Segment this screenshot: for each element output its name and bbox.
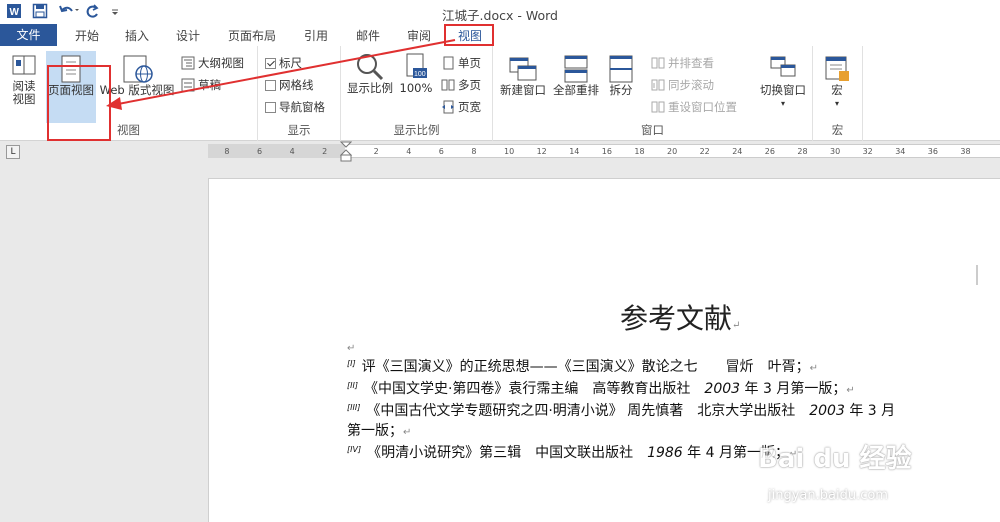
reference-item: [III] 《中国古代文学专题研究之四·明清小说》 周先慎著 北京大学出版社 20… [347, 400, 895, 420]
document-title: 参考文献↵ [620, 297, 740, 337]
ruler-tick-label: 18 [634, 147, 645, 156]
ruler-tick-label: 6 [256, 147, 263, 156]
ruler-tick-label: 6 [438, 147, 444, 156]
ruler-tick-label: 4 [289, 147, 295, 156]
reference-text: 《明清小说研究》第三辑 中国文联出版社 [367, 445, 648, 461]
ruler-tick-label: 32 [862, 147, 873, 156]
ruler-tick-label: 24 [732, 147, 743, 156]
ruler-tick-label: 22 [699, 147, 710, 156]
paragraph-mark: ↵ [347, 343, 356, 354]
reference-text-rest: 年 3 月第一版； [740, 381, 847, 397]
reference-item: [II] 《中国文学史·第四卷》袁行霈主编 高等教育出版社 2003 年 3 月第… [347, 381, 855, 397]
reference-text: 《中国古代文学专题研究之四·明清小说》 周先慎著 北京大学出版社 [366, 403, 810, 419]
ruler-tick-label: 34 [895, 147, 906, 156]
ruler-tick-label: 26 [764, 147, 775, 156]
ruler-tick-label: 8 [224, 147, 230, 156]
reference-item: [IV] 《明清小说研究》第三辑 中国文联出版社 1986 年 4 月第一版；↵ [347, 445, 798, 461]
document-title-text: 参考文献 [620, 302, 733, 335]
reference-number: [I] [347, 359, 356, 368]
ruler-tick-label: 10 [504, 147, 515, 156]
crop-mark-left [322, 265, 342, 285]
reference-year: 1986 [647, 445, 683, 461]
reference-number: [IV] [347, 445, 362, 454]
ruler-tick-label: 20 [667, 147, 678, 156]
tab-selector[interactable]: L [6, 145, 20, 159]
reference-item: [I] 评《三国演义》的正统思想——《三国演义》散论之七 冒炘 叶胥；↵ [347, 359, 818, 375]
indent-marker-icon[interactable] [340, 141, 352, 163]
ruler-tick-label: 36 [927, 147, 938, 156]
ruler-tick-label: 2 [322, 147, 328, 156]
watermark-url: jingyan.baidu.com [768, 488, 888, 503]
reference-text: 评《三国演义》的正统思想——《三国演义》散论之七 冒炘 叶胥； [361, 359, 810, 375]
paragraph-mark: ↵ [732, 320, 741, 331]
reference-text: 《中国文学史·第四卷》袁行霈主编 高等教育出版社 [363, 381, 705, 397]
ruler-tick-label: 4 [406, 147, 412, 156]
ruler-tick-label: 38 [960, 147, 971, 156]
reference-number: [II] [347, 381, 358, 390]
reference-year: 2003 [809, 403, 845, 419]
ruler-tick-label: 30 [830, 147, 841, 156]
ruler-tick-label: 14 [569, 147, 580, 156]
ruler-tick-label: 16 [601, 147, 612, 156]
reference-text-rest: 年 3 月 [844, 403, 896, 419]
reference-item-continuation: 第一版；↵ [347, 423, 412, 439]
ruler-tick-label: 8 [471, 147, 477, 156]
reference-number: [III] [347, 403, 361, 412]
reference-text: 第一版； [347, 423, 403, 439]
watermark-logo: Bai du 经验 [758, 444, 912, 474]
ruler-tick-label: 2 [373, 147, 379, 156]
ruler-tick-label: 28 [797, 147, 808, 156]
crop-mark-right [976, 265, 978, 285]
ruler-tick-label: 12 [536, 147, 547, 156]
reference-year: 2003 [704, 381, 741, 397]
